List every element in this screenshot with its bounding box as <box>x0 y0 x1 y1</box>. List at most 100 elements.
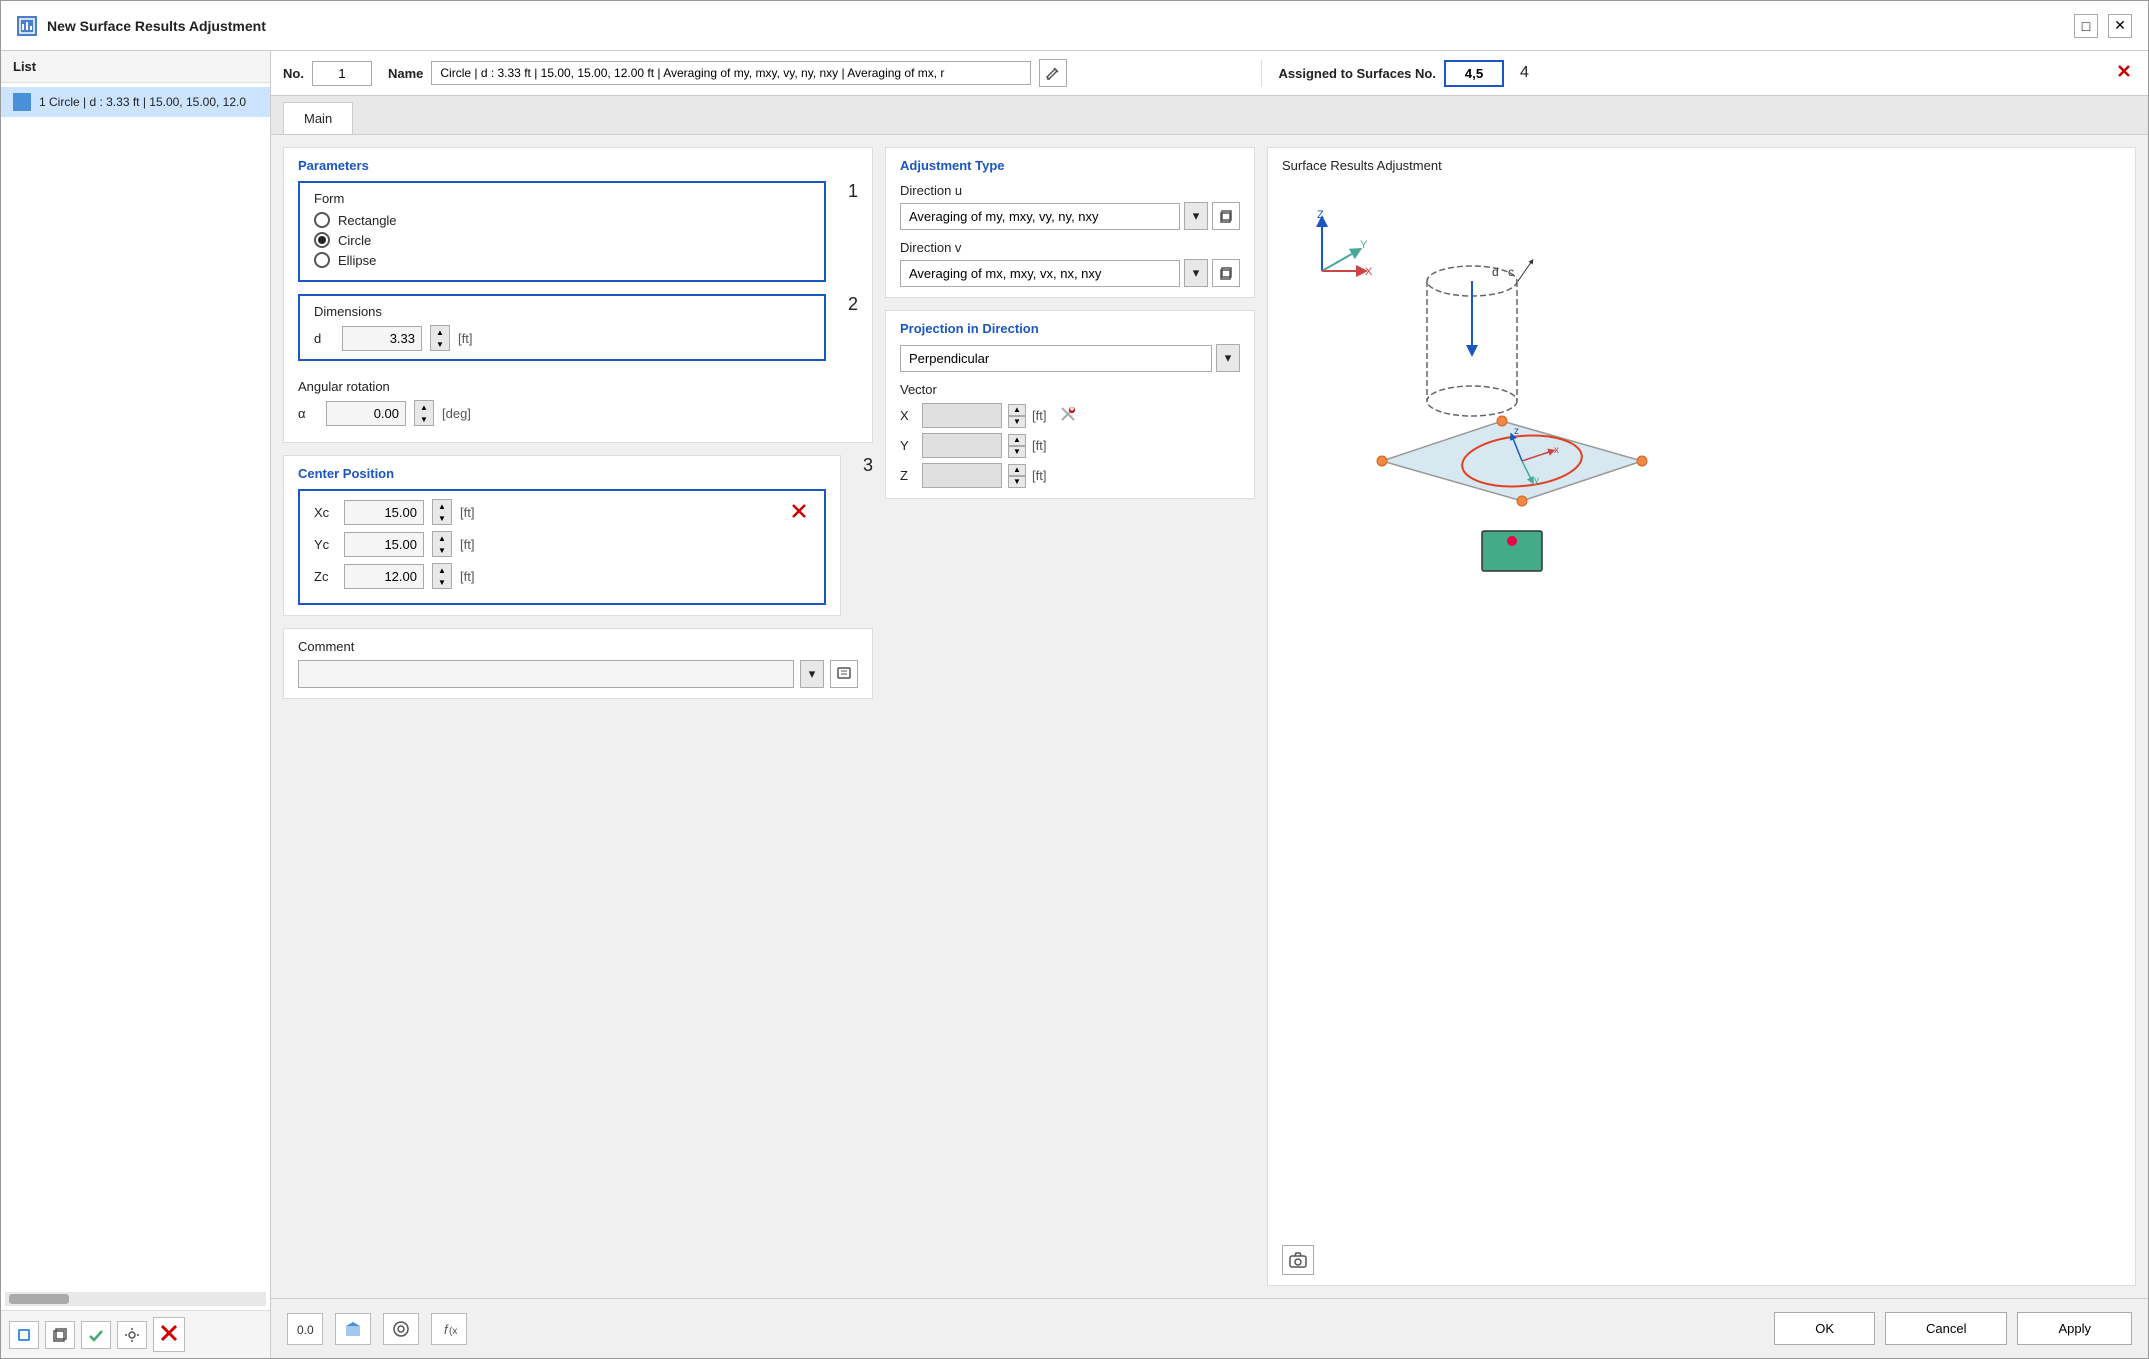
yc-spin-up[interactable]: ▲ <box>433 532 451 544</box>
check-button[interactable] <box>81 1321 111 1349</box>
vector-y-row: Y ▲ ▼ [ft] <box>900 433 1240 458</box>
form-wrapper: Form Rectangle Circle <box>298 181 858 294</box>
panels-container: Parameters Form Rectangle Circ <box>271 135 2148 1298</box>
dir-v-label: Direction v <box>900 240 1240 255</box>
projection-select[interactable]: Perpendicular <box>900 345 1212 372</box>
form-box: Form Rectangle Circle <box>298 181 826 282</box>
radio-rectangle[interactable]: Rectangle <box>314 212 810 228</box>
tab-main[interactable]: Main <box>283 102 353 134</box>
dir-v-select-row: Averaging of mx, mxy, vx, nx, nxy ▾ <box>900 259 1240 287</box>
xc-spin-down[interactable]: ▼ <box>433 512 451 524</box>
yc-spinner[interactable]: ▲ ▼ <box>432 531 452 557</box>
assigned-clear-button[interactable] <box>2112 61 2136 85</box>
alpha-spin-up[interactable]: ▲ <box>415 401 433 413</box>
alpha-spin-down[interactable]: ▼ <box>415 413 433 425</box>
vz-spin-up[interactable]: ▲ <box>1008 464 1026 476</box>
list-scrollbar[interactable] <box>5 1292 266 1306</box>
name-edit-button[interactable] <box>1039 59 1067 87</box>
maximize-button[interactable]: □ <box>2074 14 2098 38</box>
vy-spin-up[interactable]: ▲ <box>1008 434 1026 446</box>
vz-spinner[interactable]: ▲ ▼ <box>1008 464 1026 488</box>
xc-spinner[interactable]: ▲ ▼ <box>432 499 452 525</box>
vector-y-input[interactable] <box>922 433 1002 458</box>
dir-v-arrow[interactable]: ▾ <box>1184 259 1208 287</box>
surface-button[interactable] <box>335 1313 371 1345</box>
no-input[interactable] <box>312 61 372 86</box>
zc-label: Zc <box>314 569 336 584</box>
dir-v-copy-button[interactable] <box>1212 259 1240 287</box>
dir-v-select[interactable]: Averaging of mx, mxy, vx, nx, nxy <box>900 260 1180 287</box>
alpha-input[interactable] <box>326 401 406 426</box>
projection-arrow[interactable]: ▾ <box>1216 344 1240 372</box>
title-buttons: □ ✕ <box>2074 14 2132 38</box>
zc-spin-down[interactable]: ▼ <box>433 576 451 588</box>
zc-spinner[interactable]: ▲ ▼ <box>432 563 452 589</box>
zc-spin-up[interactable]: ▲ <box>433 564 451 576</box>
vz-spin-down[interactable]: ▼ <box>1008 476 1026 488</box>
clear-position-button[interactable] <box>788 501 810 523</box>
duplicate-button[interactable] <box>45 1321 75 1349</box>
vector-z-input[interactable] <box>922 463 1002 488</box>
alpha-spinner[interactable]: ▲ ▼ <box>414 400 434 426</box>
dimensions-title: Dimensions <box>314 304 810 319</box>
vx-spinner[interactable]: ▲ ▼ <box>1008 404 1026 428</box>
d-spin-up[interactable]: ▲ <box>431 326 449 338</box>
projection-title: Projection in Direction <box>900 321 1240 336</box>
delete-button[interactable] <box>153 1317 185 1352</box>
radio-circle[interactable]: Circle <box>314 232 810 248</box>
visualization-svg: Z Y X <box>1282 181 1662 601</box>
vector-clear-button[interactable] <box>1056 404 1080 428</box>
dir-u-select[interactable]: Averaging of my, mxy, vy, ny, nxy <box>900 203 1180 230</box>
vy-spinner[interactable]: ▲ ▼ <box>1008 434 1026 458</box>
xc-spin-up[interactable]: ▲ <box>433 500 451 512</box>
d-spinner[interactable]: ▲ ▼ <box>430 325 450 351</box>
vy-spin-down[interactable]: ▼ <box>1008 446 1026 458</box>
xc-input[interactable] <box>344 500 424 525</box>
surface-results-title: Surface Results Adjustment <box>1282 158 2121 173</box>
add-item-button[interactable] <box>9 1321 39 1349</box>
display-button[interactable] <box>383 1313 419 1345</box>
list-panel: List 1 Circle | d : 3.33 ft | 15.00, 15.… <box>1 51 271 1358</box>
d-spin-down[interactable]: ▼ <box>431 338 449 350</box>
yc-input[interactable] <box>344 532 424 557</box>
yc-spin-down[interactable]: ▼ <box>433 544 451 556</box>
list-item[interactable]: 1 Circle | d : 3.33 ft | 15.00, 15.00, 1… <box>1 87 270 117</box>
d-unit: [ft] <box>458 331 472 346</box>
adj-type-title: Adjustment Type <box>900 158 1240 173</box>
vx-spin-up[interactable]: ▲ <box>1008 404 1026 416</box>
vx-spin-down[interactable]: ▼ <box>1008 416 1026 428</box>
svg-text:z: z <box>1514 426 1519 437</box>
bottom-left: 0.00 f(x) <box>287 1313 467 1345</box>
vector-x-row: X ▲ ▼ [ft] <box>900 403 1240 428</box>
dir-u-copy-button[interactable] <box>1212 202 1240 230</box>
comment-action-button[interactable] <box>830 660 858 688</box>
apply-button[interactable]: Apply <box>2017 1312 2132 1345</box>
dir-u-arrow[interactable]: ▾ <box>1184 202 1208 230</box>
step1-label: 1 <box>848 181 858 202</box>
ok-button[interactable]: OK <box>1774 1312 1875 1345</box>
dir-u-label: Direction u <box>900 183 1240 198</box>
scrollbar-thumb <box>9 1294 69 1304</box>
svg-text:Z: Z <box>1317 209 1324 221</box>
coordinate-button[interactable]: 0.00 <box>287 1313 323 1345</box>
close-button[interactable]: ✕ <box>2108 14 2132 38</box>
name-input[interactable] <box>431 61 1031 85</box>
comment-select[interactable] <box>298 660 794 688</box>
function-button[interactable]: f(x) <box>431 1313 467 1345</box>
comment-dropdown-arrow[interactable]: ▾ <box>800 660 824 688</box>
d-input[interactable] <box>342 326 422 351</box>
radio-circle-ellipse <box>314 252 330 268</box>
radio-ellipse[interactable]: Ellipse <box>314 252 810 268</box>
xc-unit: [ft] <box>460 505 474 520</box>
main-area: List 1 Circle | d : 3.33 ft | 15.00, 15.… <box>1 51 2148 1358</box>
camera-button[interactable] <box>1282 1245 1314 1275</box>
surface-viz-area: Z Y X <box>1282 181 2121 1237</box>
camera-button-area <box>1282 1245 2121 1275</box>
zc-input[interactable] <box>344 564 424 589</box>
vector-x-input[interactable] <box>922 403 1002 428</box>
settings-button[interactable] <box>117 1321 147 1349</box>
assigned-input[interactable] <box>1444 60 1504 87</box>
center-pos-title: Center Position <box>298 466 826 481</box>
cancel-button[interactable]: Cancel <box>1885 1312 2007 1345</box>
list-item-text: 1 Circle | d : 3.33 ft | 15.00, 15.00, 1… <box>39 95 246 109</box>
